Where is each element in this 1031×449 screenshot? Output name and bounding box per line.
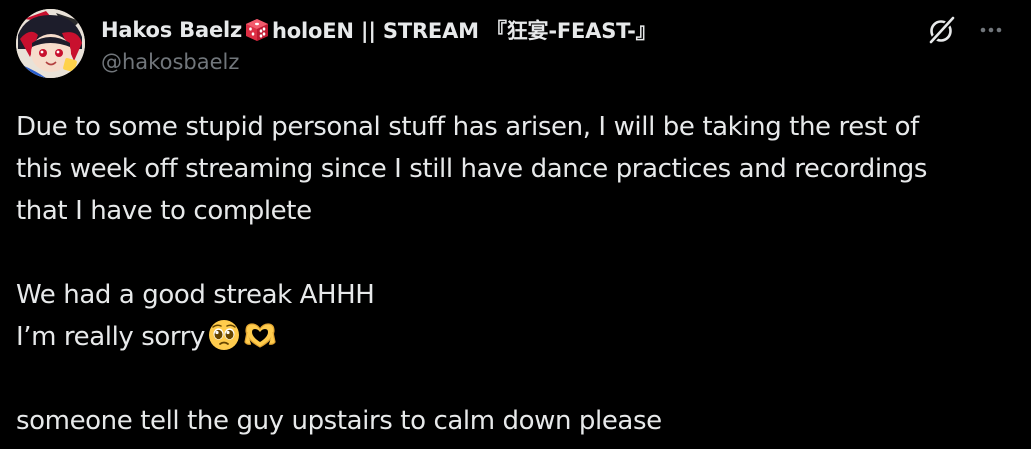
tweet-line: someone tell the guy upstairs to calm do… (16, 406, 662, 436)
game-die-icon (244, 17, 270, 43)
author-handle[interactable]: @hakosbaelz (101, 50, 239, 74)
tweet-text: Due to some stupid personal stuff has ar… (16, 106, 1016, 442)
author-display-name-suffix[interactable]: holoEN || STREAM 『狂宴-FEAST-』 (272, 15, 657, 45)
tweet-line-with-emoji: I’m really sorry (16, 316, 1016, 358)
more-icon[interactable] (975, 15, 1007, 45)
author-name-row[interactable]: Hakos Baelz holoEN || STREAM 『狂宴-FEAST-』 (101, 14, 657, 46)
tweet-line: We had a good streak AHHH (16, 280, 375, 310)
tweet-card: Hakos Baelz holoEN || STREAM 『狂宴-FEAST-』… (0, 0, 1031, 449)
tweet-line: this week off streaming since I still ha… (16, 154, 928, 184)
tweet-line: Due to some stupid personal stuff has ar… (16, 112, 919, 142)
tweet-line: that I have to complete (16, 196, 312, 226)
tweet-line: I’m really sorry (16, 322, 206, 352)
grok-icon[interactable] (927, 15, 957, 45)
pleading-face-icon (207, 318, 241, 352)
avatar-image (16, 9, 85, 78)
author-display-name[interactable]: Hakos Baelz (101, 18, 242, 42)
heart-hands-icon (243, 318, 277, 352)
avatar[interactable] (16, 9, 85, 78)
